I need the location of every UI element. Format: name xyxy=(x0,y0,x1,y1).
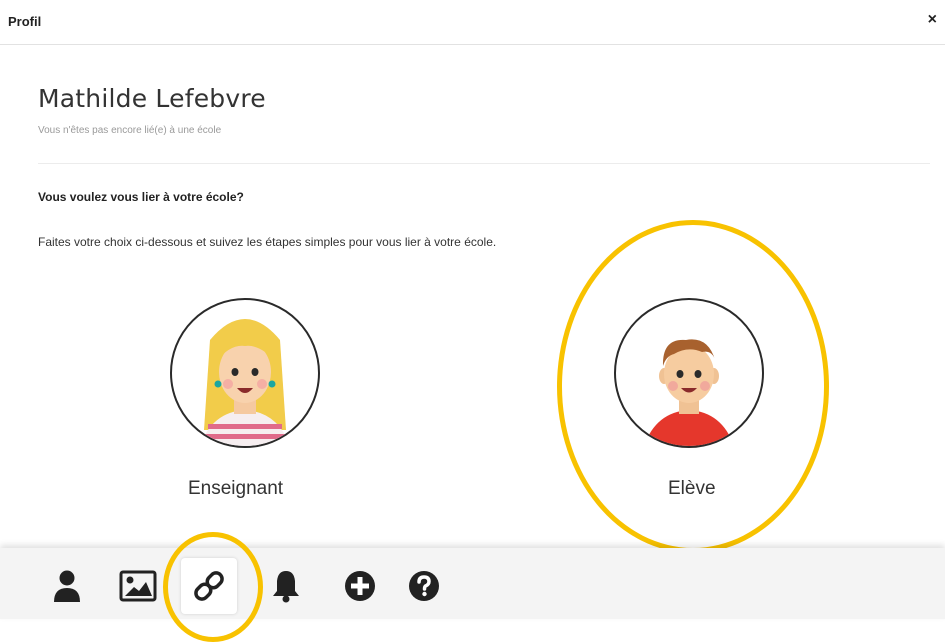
plus-circle-icon xyxy=(345,571,375,601)
link-question: Vous voulez vous lier à votre école? xyxy=(38,190,244,204)
modal-header: Profil × xyxy=(0,0,945,45)
student-avatar-icon[interactable] xyxy=(614,298,764,448)
tab-help[interactable] xyxy=(396,558,452,614)
question-circle-icon xyxy=(409,571,439,601)
bell-icon xyxy=(273,571,299,603)
profile-name: Mathilde Lefebvre xyxy=(38,84,266,113)
school-status-text: Vous n'êtes pas encore lié(e) à une écol… xyxy=(38,125,222,136)
close-icon[interactable]: × xyxy=(928,12,937,28)
teacher-choice-label[interactable]: Enseignant xyxy=(188,478,283,500)
tab-notifications[interactable] xyxy=(258,558,314,614)
user-icon xyxy=(54,570,80,602)
tab-photos[interactable] xyxy=(110,558,166,614)
link-icon xyxy=(194,571,224,601)
modal-title: Profil xyxy=(8,14,42,29)
student-choice-label[interactable]: Elève xyxy=(668,478,716,500)
link-instructions: Faites votre choix ci-dessous et suivez … xyxy=(38,235,497,249)
image-icon xyxy=(119,570,157,602)
bottom-tab-bar xyxy=(0,548,945,619)
teacher-avatar-icon[interactable] xyxy=(170,298,320,448)
tab-profile[interactable] xyxy=(39,558,95,614)
tab-link-school[interactable] xyxy=(181,558,237,614)
divider xyxy=(38,163,930,164)
tab-add[interactable] xyxy=(332,558,388,614)
